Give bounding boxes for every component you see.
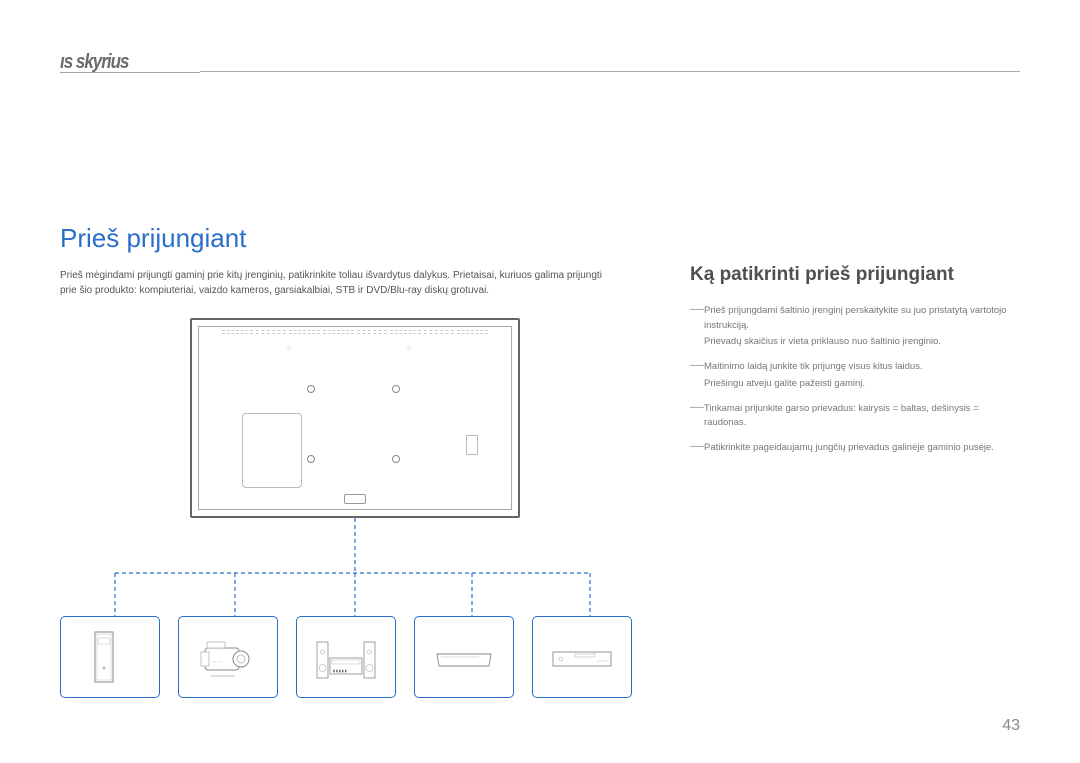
- computer-icon: [75, 630, 145, 685]
- monitor-rear-illustration: ▯▯ ▯▯: [190, 318, 520, 518]
- camcorder-icon: ▭ ○○: [193, 630, 263, 685]
- page-number: 43: [1002, 717, 1020, 735]
- list-item: Maitinimo laidą junkite tik prijungę vis…: [690, 360, 1020, 391]
- device-player: [532, 616, 632, 698]
- note-text: Prieš prijungdami šaltinio įrenginį pers…: [704, 305, 1007, 331]
- list-item: Tinkamai prijunkite garso prievadus: kai…: [690, 402, 1020, 431]
- device-computer: [60, 616, 160, 698]
- note-text: Tinkamai prijunkite garso prievadus: kai…: [704, 403, 979, 429]
- device-camcorder: ▭ ○○: [178, 616, 278, 698]
- note-subtext: Prievadų skaičius ir vieta priklauso nuo…: [704, 335, 1020, 350]
- intro-paragraph: Prieš mėgindami prijungti gaminį prie ki…: [60, 268, 620, 298]
- section-title: Prieš prijungiant: [60, 223, 1020, 254]
- device-row: ▭ ○○ ▮▮▮▮▮: [60, 616, 650, 698]
- note-text: Patikrinkite pageidaujamų jungčių prieva…: [704, 442, 994, 453]
- connection-diagram: ▯▯ ▯▯: [60, 318, 650, 698]
- left-column: Prieš mėgindami prijungti gaminį prie ki…: [60, 268, 650, 698]
- stb-icon: [429, 630, 499, 685]
- content-columns: Prieš mėgindami prijungti gaminį prie ki…: [60, 268, 1020, 698]
- list-item: Patikrinkite pageidaujamų jungčių prieva…: [690, 441, 1020, 456]
- header-rule: [200, 71, 1020, 72]
- speakers-icon: ▮▮▮▮▮: [311, 630, 381, 685]
- disc-player-icon: [547, 630, 617, 685]
- right-column: Ką patikrinti prieš prijungiant Prieš pr…: [690, 268, 1020, 466]
- notes-list: Prieš prijungdami šaltinio įrenginį pers…: [690, 304, 1020, 456]
- subheading: Ką patikrinti prieš prijungiant: [690, 264, 1020, 286]
- device-speakers: ▮▮▮▮▮: [296, 616, 396, 698]
- device-stb: [414, 616, 514, 698]
- chapter-title: ıs skyrius: [60, 50, 200, 73]
- svg-text:▮▮▮▮▮: ▮▮▮▮▮: [333, 669, 348, 673]
- note-text: Maitinimo laidą junkite tik prijungę vis…: [704, 361, 923, 372]
- list-item: Prieš prijungdami šaltinio įrenginį pers…: [690, 304, 1020, 350]
- svg-text:▭ ○○: ▭ ○○: [213, 659, 223, 664]
- note-subtext: Priešingu atveju galite pažeisti gaminį.: [704, 377, 1020, 392]
